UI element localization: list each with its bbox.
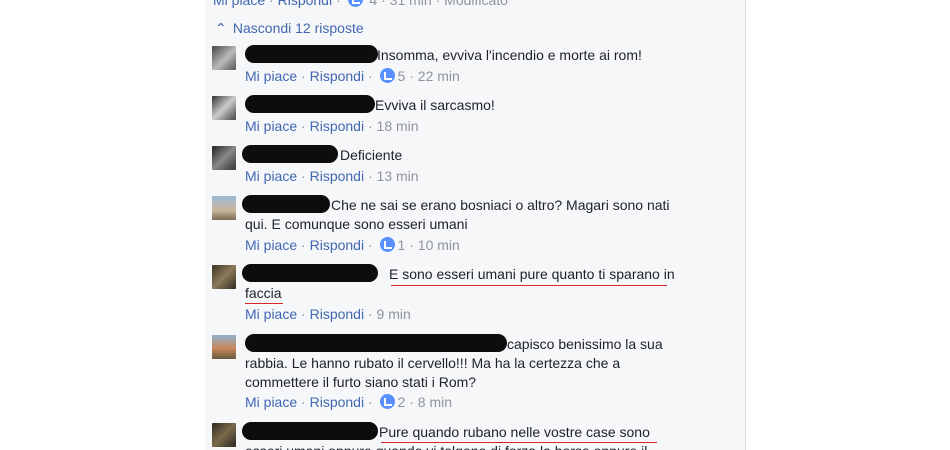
edited-label: Modificato <box>444 0 508 8</box>
comment-thread: Mi piace · Rispondi · 4 · 31 min · Modif… <box>205 0 746 450</box>
avatar[interactable] <box>212 196 236 220</box>
comment-text: Pure quando rubano nelle vostre case son… <box>245 424 650 450</box>
parent-like-link[interactable]: Mi piace <box>213 0 265 8</box>
like-count: 2 <box>397 394 406 410</box>
timestamp: 13 min <box>376 168 419 184</box>
like-reaction-icon <box>379 237 395 252</box>
reply-link[interactable]: Rispondi <box>310 168 364 184</box>
like-reaction-icon <box>347 0 363 7</box>
avatar[interactable] <box>212 265 236 289</box>
like-reaction-icon <box>379 68 395 83</box>
like-count: 1 <box>397 237 406 253</box>
avatar[interactable] <box>212 146 236 170</box>
comment-meta: Mi piace · Rispondi · 1 · 10 min <box>245 237 460 253</box>
comment-text: capisco benissimo la sua rabbia. Le hann… <box>245 336 663 390</box>
reply-link[interactable]: Rispondi <box>310 237 364 253</box>
like-link[interactable]: Mi piace <box>245 118 297 134</box>
timestamp: 10 min <box>417 237 460 253</box>
comment-meta: Mi piace · Rispondi · 2 · 8 min <box>245 394 453 410</box>
hide-replies-label: Nascondi 12 risposte <box>232 20 364 36</box>
parent-timestamp: 31 min <box>389 0 432 8</box>
like-link[interactable]: Mi piace <box>245 68 297 84</box>
comment-text: Deficiente <box>340 147 403 163</box>
like-link[interactable]: Mi piace <box>245 394 297 410</box>
parent-reply-link[interactable]: Rispondi <box>278 0 332 8</box>
timestamp: 9 min <box>376 306 411 322</box>
chevron-up-icon: ⌃ <box>215 20 227 36</box>
like-link[interactable]: Mi piace <box>245 306 297 322</box>
reply-link[interactable]: Rispondi <box>310 394 364 410</box>
timestamp: 22 min <box>417 68 460 84</box>
avatar[interactable] <box>212 335 236 359</box>
parent-comment-meta: Mi piace · Rispondi · 4 · 31 min · Modif… <box>213 0 508 8</box>
comment-text: Evviva il sarcasmo! <box>375 97 495 113</box>
parent-like-count: 4 <box>369 0 378 8</box>
redacted-name <box>245 95 375 113</box>
reply-link[interactable]: Rispondi <box>310 118 364 134</box>
comment-text: Che ne sai se erano bosniaci o altro? Ma… <box>245 197 670 232</box>
like-count: 5 <box>397 68 406 84</box>
comment-meta: Mi piace · Rispondi · 18 min <box>245 118 419 134</box>
timestamp: 18 min <box>376 118 419 134</box>
reply-link[interactable]: Rispondi <box>310 306 364 322</box>
spellcheck-underline <box>391 285 667 286</box>
comment-text: Insomma, evviva l'incendio e morte ai ro… <box>377 47 642 63</box>
redacted-name <box>242 145 338 163</box>
timestamp: 8 min <box>417 394 453 410</box>
avatar[interactable] <box>212 96 236 120</box>
like-link[interactable]: Mi piace <box>245 237 297 253</box>
redacted-name <box>245 45 378 63</box>
comment-meta: Mi piace · Rispondi · 13 min <box>245 168 419 184</box>
comment-text: E sono esseri umani pure quanto ti spara… <box>245 266 675 301</box>
avatar[interactable] <box>212 46 236 70</box>
comment-meta: Mi piace · Rispondi · 9 min <box>245 306 411 322</box>
reply-link[interactable]: Rispondi <box>310 68 364 84</box>
like-link[interactable]: Mi piace <box>245 168 297 184</box>
hide-replies-link[interactable]: ⌃ Nascondi 12 risposte <box>215 20 364 37</box>
spellcheck-underline <box>245 303 283 304</box>
spellcheck-underline <box>381 442 657 443</box>
comment-meta: Mi piace · Rispondi · 5 · 22 min <box>245 68 460 84</box>
avatar[interactable] <box>212 423 236 447</box>
like-reaction-icon <box>379 394 395 409</box>
